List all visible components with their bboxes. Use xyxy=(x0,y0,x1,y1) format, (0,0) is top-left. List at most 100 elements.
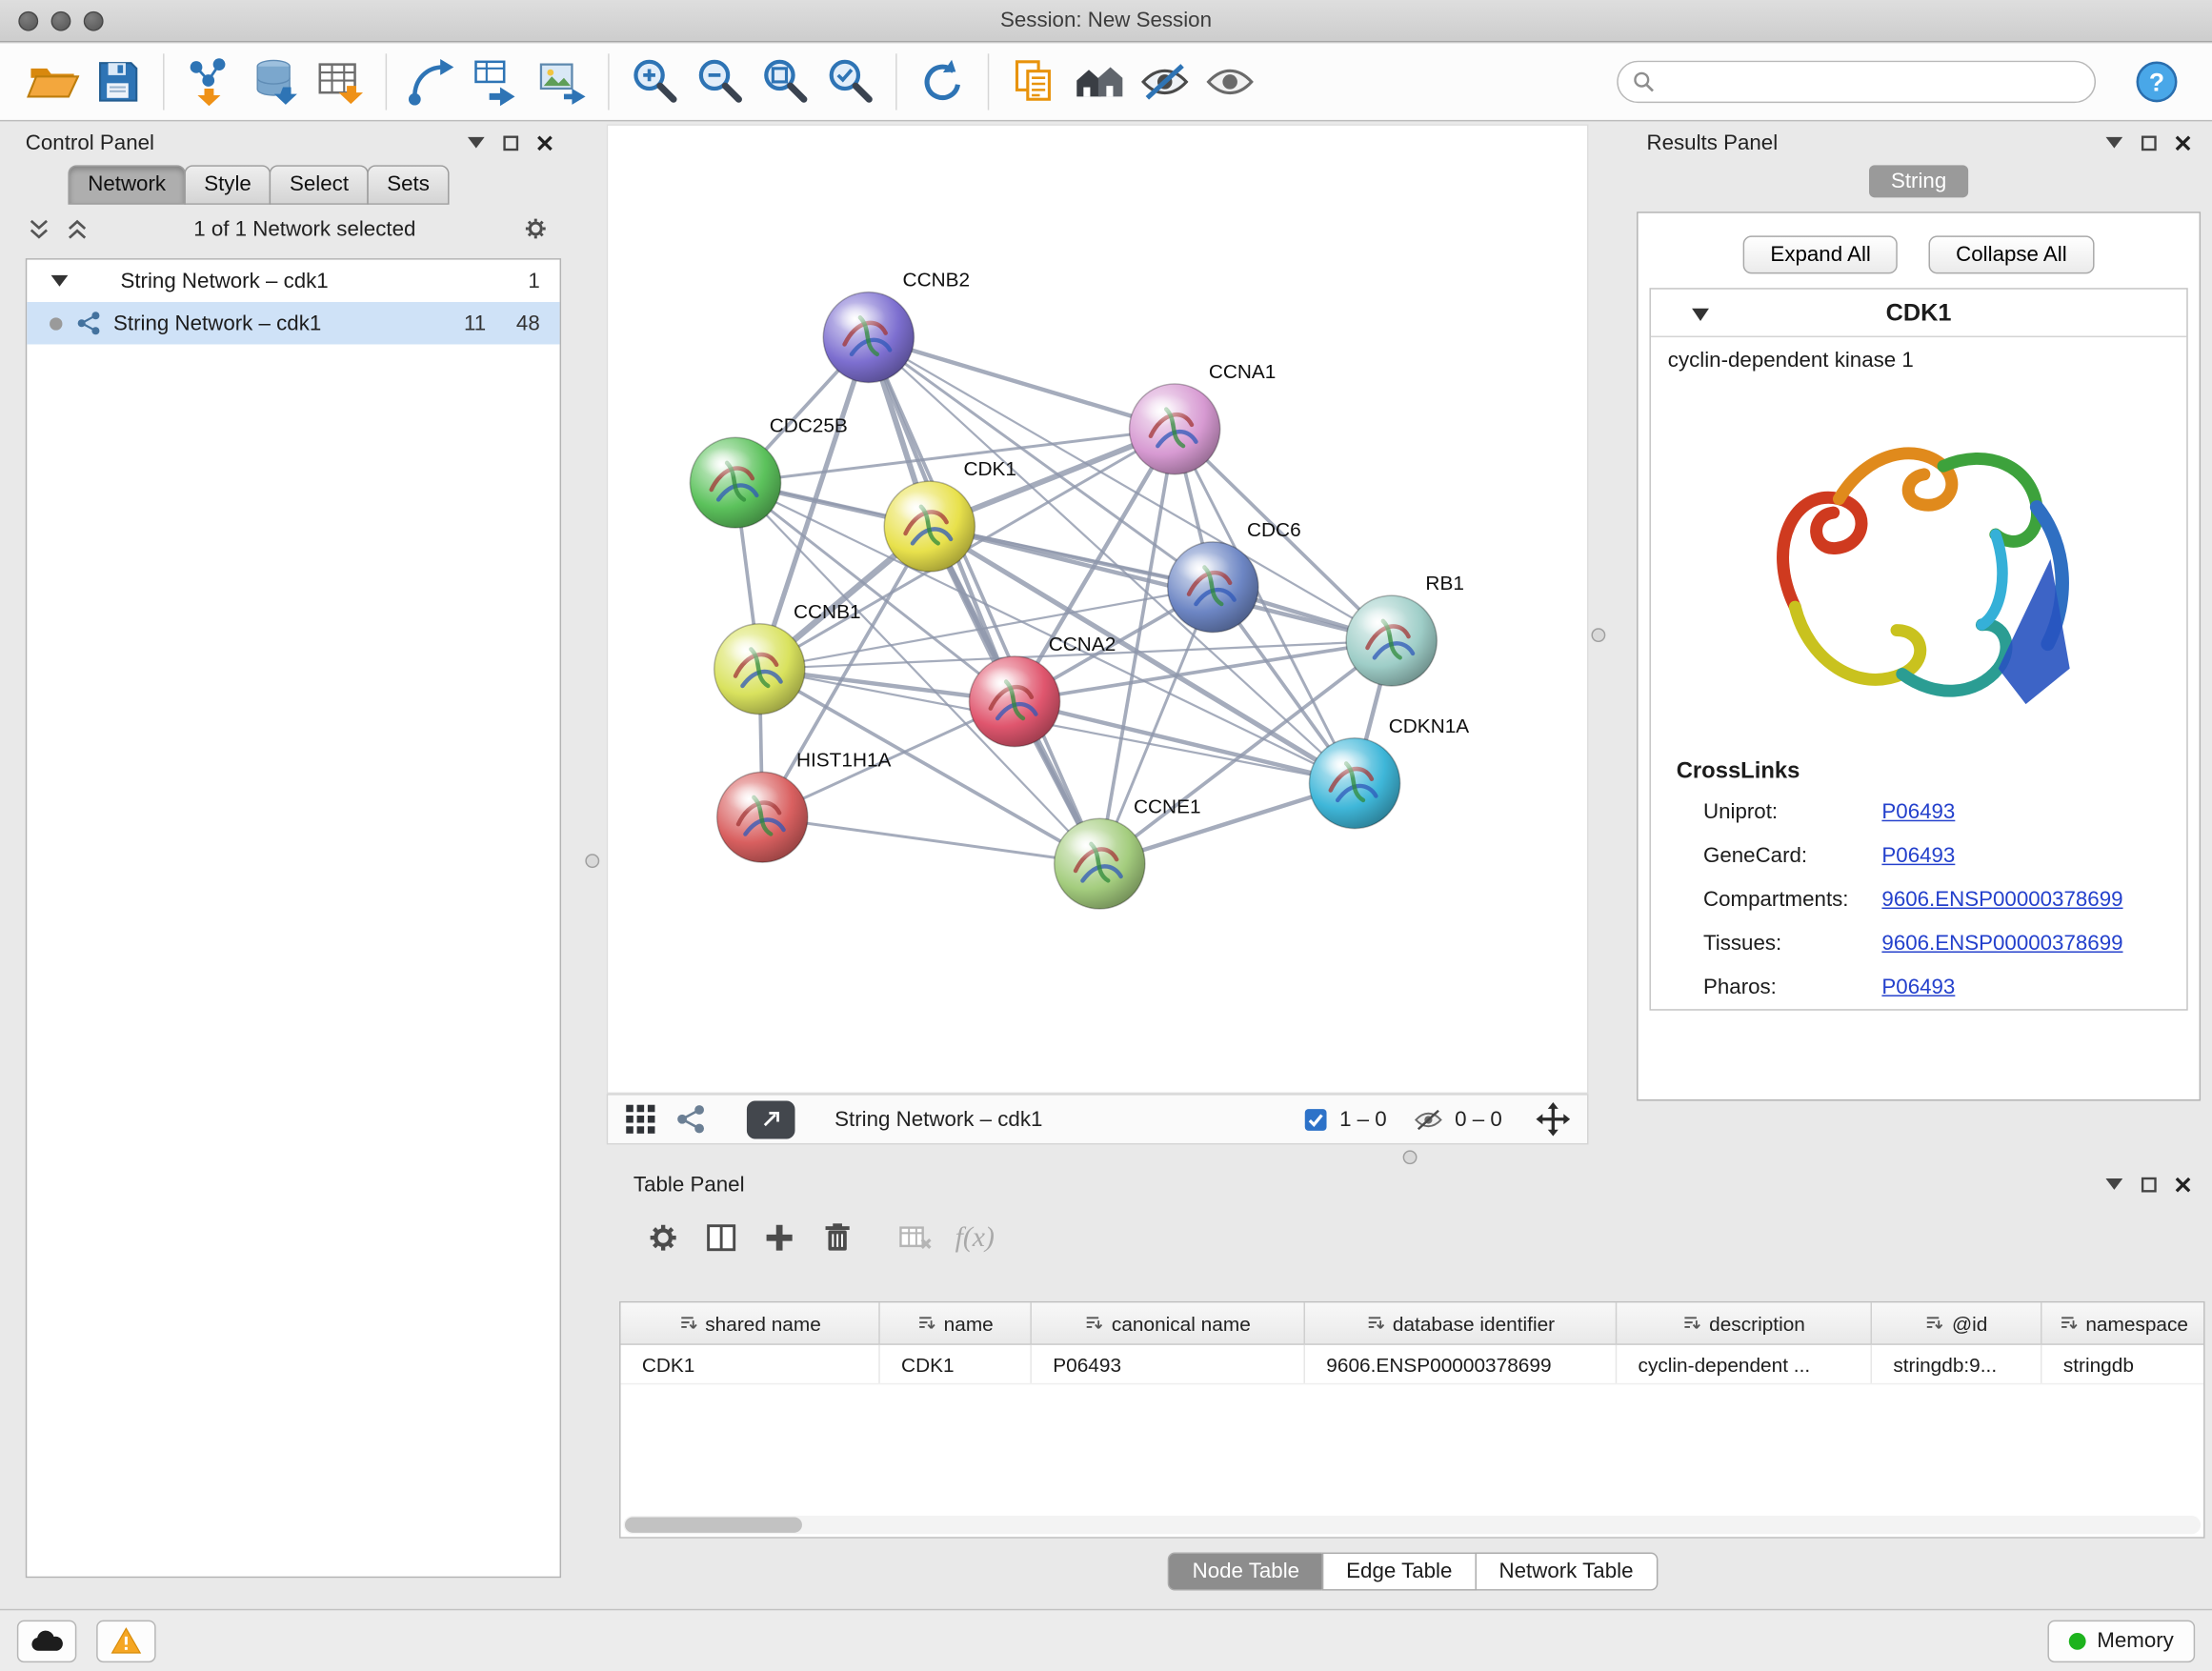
table-horizontal-scrollbar[interactable] xyxy=(624,1516,2202,1534)
network-node-CCNB2[interactable]: CCNB2 xyxy=(823,270,970,383)
table-cell[interactable]: stringdb xyxy=(2042,1345,2205,1383)
close-panel-icon[interactable] xyxy=(2175,134,2190,150)
birdseye-view-icon[interactable] xyxy=(625,1103,656,1135)
tab-sets[interactable]: Sets xyxy=(367,165,449,204)
zoom-out-button[interactable] xyxy=(687,50,752,114)
table-cell[interactable]: CDK1 xyxy=(880,1345,1032,1383)
tab-network-table[interactable]: Network Table xyxy=(1475,1553,1658,1591)
network-collection-row[interactable]: String Network – cdk1 1 xyxy=(27,260,559,302)
panel-menu-icon[interactable] xyxy=(2105,137,2122,149)
network-node-CCNB1[interactable]: CCNB1 xyxy=(714,601,861,715)
zoom-selected-button[interactable] xyxy=(817,50,882,114)
column-header[interactable]: canonical name xyxy=(1032,1302,1305,1343)
crosslink-value[interactable]: P06493 xyxy=(1881,800,1955,824)
search-input[interactable] xyxy=(1663,70,2080,93)
network-edge[interactable] xyxy=(930,527,1392,641)
expand-all-button[interactable]: Expand All xyxy=(1743,235,1898,273)
network-edge[interactable] xyxy=(762,817,1099,864)
function-builder-button[interactable]: f(x) xyxy=(955,1221,995,1254)
crosslink-value[interactable]: 9606.ENSP00000378699 xyxy=(1881,888,2122,912)
annotation-button[interactable] xyxy=(1002,50,1067,114)
refresh-button[interactable] xyxy=(910,50,975,114)
table-cell[interactable]: cyclin-dependent ... xyxy=(1617,1345,1872,1383)
selected-checkbox-icon[interactable] xyxy=(1304,1107,1328,1131)
splitter-handle[interactable] xyxy=(1591,628,1605,642)
help-button[interactable]: ? xyxy=(2133,58,2182,106)
network-view-canvas[interactable]: CCNB2CCNA1CDC25BCDK1CDC6RB1CCNB1CCNA2CDK… xyxy=(607,124,1589,1094)
close-panel-icon[interactable] xyxy=(2175,1177,2190,1192)
network-node-CDKN1A[interactable]: CDKN1A xyxy=(1309,715,1469,829)
network-row-selected[interactable]: String Network – cdk1 11 48 xyxy=(27,302,559,344)
table-mode-gear-icon[interactable] xyxy=(645,1219,682,1257)
tab-edge-table[interactable]: Edge Table xyxy=(1322,1553,1477,1591)
zoom-in-button[interactable] xyxy=(622,50,687,114)
show-columns-icon[interactable] xyxy=(703,1219,740,1257)
tab-string[interactable]: String xyxy=(1870,165,1968,197)
tab-node-table[interactable]: Node Table xyxy=(1168,1553,1323,1591)
tab-network[interactable]: Network xyxy=(68,165,185,204)
gene-section-header[interactable]: CDK1 xyxy=(1651,290,2186,337)
scrollbar-thumb[interactable] xyxy=(625,1518,802,1533)
minimize-window-button[interactable] xyxy=(51,11,71,31)
crosslink-value[interactable]: P06493 xyxy=(1881,844,1955,868)
open-session-button[interactable] xyxy=(20,50,85,114)
panel-menu-icon[interactable] xyxy=(468,137,485,149)
detach-view-button[interactable] xyxy=(747,1100,795,1138)
crosslink-value[interactable]: P06493 xyxy=(1881,976,1955,999)
table-cell[interactable]: P06493 xyxy=(1032,1345,1305,1383)
column-header[interactable]: shared name xyxy=(621,1302,880,1343)
network-from-url-button[interactable] xyxy=(399,50,464,114)
import-network-database-button[interactable] xyxy=(242,50,307,114)
table-row[interactable]: CDK1CDK1P064939606.ENSP00000378699cyclin… xyxy=(621,1345,2204,1384)
close-window-button[interactable] xyxy=(18,11,38,31)
splitter-handle[interactable] xyxy=(1403,1150,1418,1164)
column-header[interactable]: @id xyxy=(1872,1302,2042,1343)
tab-style[interactable]: Style xyxy=(184,165,271,204)
crosslink-value[interactable]: 9606.ENSP00000378699 xyxy=(1881,932,2122,956)
zoom-window-button[interactable] xyxy=(84,11,104,31)
network-node-CDK1[interactable]: CDK1 xyxy=(884,458,1016,572)
memory-button[interactable]: Memory xyxy=(2047,1620,2195,1661)
save-session-button[interactable] xyxy=(85,50,150,114)
network-node-CCNA1[interactable]: CCNA1 xyxy=(1130,361,1277,474)
hidden-eye-icon[interactable] xyxy=(1412,1107,1443,1131)
float-panel-icon[interactable] xyxy=(2142,134,2157,150)
import-table-button[interactable] xyxy=(308,50,372,114)
network-options-gear-icon[interactable] xyxy=(521,214,550,243)
tab-select[interactable]: Select xyxy=(270,165,369,204)
panel-menu-icon[interactable] xyxy=(2105,1178,2122,1190)
column-header[interactable]: name xyxy=(880,1302,1032,1343)
float-panel-icon[interactable] xyxy=(503,134,518,150)
network-edge[interactable] xyxy=(869,337,1175,429)
network-node-RB1[interactable]: RB1 xyxy=(1346,573,1464,686)
import-network-button[interactable] xyxy=(177,50,242,114)
table-cell[interactable]: stringdb:9... xyxy=(1872,1345,2042,1383)
fit-selected-crosshair-icon[interactable] xyxy=(1536,1102,1570,1137)
column-header[interactable]: namespace xyxy=(2042,1302,2205,1343)
network-table-button[interactable] xyxy=(465,50,530,114)
table-cell[interactable]: CDK1 xyxy=(621,1345,880,1383)
search-box[interactable] xyxy=(1617,61,2096,103)
column-header[interactable]: database identifier xyxy=(1305,1302,1617,1343)
network-node-HIST1H1A[interactable]: HIST1H1A xyxy=(717,749,892,862)
hide-selected-button[interactable] xyxy=(1133,50,1197,114)
fit-content-button[interactable] xyxy=(753,50,817,114)
table-cell[interactable]: 9606.ENSP00000378699 xyxy=(1305,1345,1617,1383)
expand-all-tree-icon[interactable] xyxy=(29,218,50,239)
splitter-handle[interactable] xyxy=(585,854,599,868)
column-header[interactable]: description xyxy=(1617,1302,1872,1343)
collapse-all-tree-icon[interactable] xyxy=(67,218,88,239)
network-edge[interactable] xyxy=(869,337,1099,864)
create-column-plus-icon[interactable] xyxy=(761,1219,798,1257)
first-neighbors-button[interactable] xyxy=(1067,50,1132,114)
collapse-triangle-icon[interactable] xyxy=(50,271,70,291)
close-panel-icon[interactable] xyxy=(537,134,553,150)
cloud-status-button[interactable] xyxy=(17,1620,76,1661)
network-small-icon[interactable] xyxy=(676,1103,708,1135)
show-all-button[interactable] xyxy=(1197,50,1262,114)
warnings-button[interactable] xyxy=(96,1620,155,1661)
export-image-button[interactable] xyxy=(530,50,594,114)
float-panel-icon[interactable] xyxy=(2142,1177,2157,1192)
collapse-all-button[interactable]: Collapse All xyxy=(1929,235,2094,273)
section-collapse-icon[interactable] xyxy=(1691,305,1711,325)
